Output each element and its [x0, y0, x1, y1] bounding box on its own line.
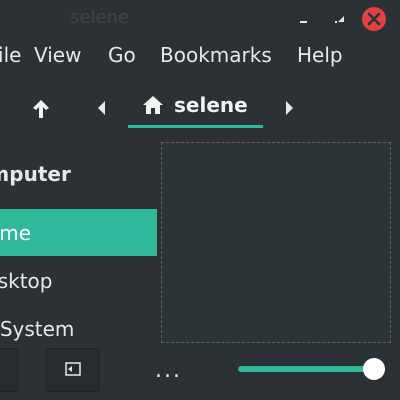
chevron-left-icon	[98, 101, 105, 115]
breadcrumb-home[interactable]: selene	[128, 86, 263, 128]
forward-button[interactable]	[281, 98, 297, 118]
sidebar-item-label: File System	[0, 317, 75, 341]
title-bar: selene	[0, 0, 400, 38]
breadcrumb-underline	[128, 125, 263, 128]
sidebar-item-file-system[interactable]: File System	[0, 305, 157, 344]
zoom-slider-fill	[238, 366, 374, 372]
breadcrumb-label: selene	[174, 93, 248, 117]
status-bar: ...	[0, 344, 400, 400]
chevron-right-icon	[286, 101, 293, 115]
minimize-icon	[300, 21, 307, 23]
arrow-up-icon	[33, 100, 49, 118]
up-button[interactable]	[28, 96, 54, 122]
maximize-button[interactable]	[329, 7, 353, 31]
sidebar: Computer Home Desktop File System	[0, 138, 158, 344]
menu-bookmarks[interactable]: Bookmarks	[160, 43, 272, 67]
menu-view[interactable]: View	[34, 43, 81, 67]
minimize-button[interactable]	[293, 7, 317, 31]
show-sidebar-button[interactable]	[46, 348, 100, 392]
menu-help[interactable]: Help	[297, 43, 343, 67]
sidebar-panel-icon	[65, 362, 81, 376]
menu-go[interactable]: Go	[108, 43, 136, 67]
menu-bar: File View Go Bookmarks Help	[0, 38, 400, 76]
toolbar: selene	[0, 76, 400, 138]
sidebar-item-desktop[interactable]: Desktop	[0, 257, 157, 304]
close-button[interactable]	[362, 7, 386, 31]
maximize-icon	[335, 16, 344, 23]
file-view[interactable]	[158, 138, 400, 344]
menu-file[interactable]: File	[0, 43, 21, 67]
sidebar-heading-computer: Computer	[0, 162, 71, 186]
status-ellipsis: ...	[155, 358, 182, 383]
back-button[interactable]	[94, 98, 110, 118]
zoom-slider-knob[interactable]	[363, 358, 385, 380]
empty-folder-area[interactable]	[161, 142, 391, 343]
home-icon	[143, 96, 163, 114]
window-title: selene	[70, 7, 130, 28]
sidebar-item-home[interactable]: Home	[0, 209, 157, 256]
close-icon	[367, 12, 381, 26]
sidebar-item-label: Home	[0, 221, 32, 245]
sidebar-toggle-button[interactable]	[0, 348, 18, 392]
zoom-slider[interactable]	[238, 358, 385, 380]
sidebar-item-label: Desktop	[0, 269, 53, 293]
